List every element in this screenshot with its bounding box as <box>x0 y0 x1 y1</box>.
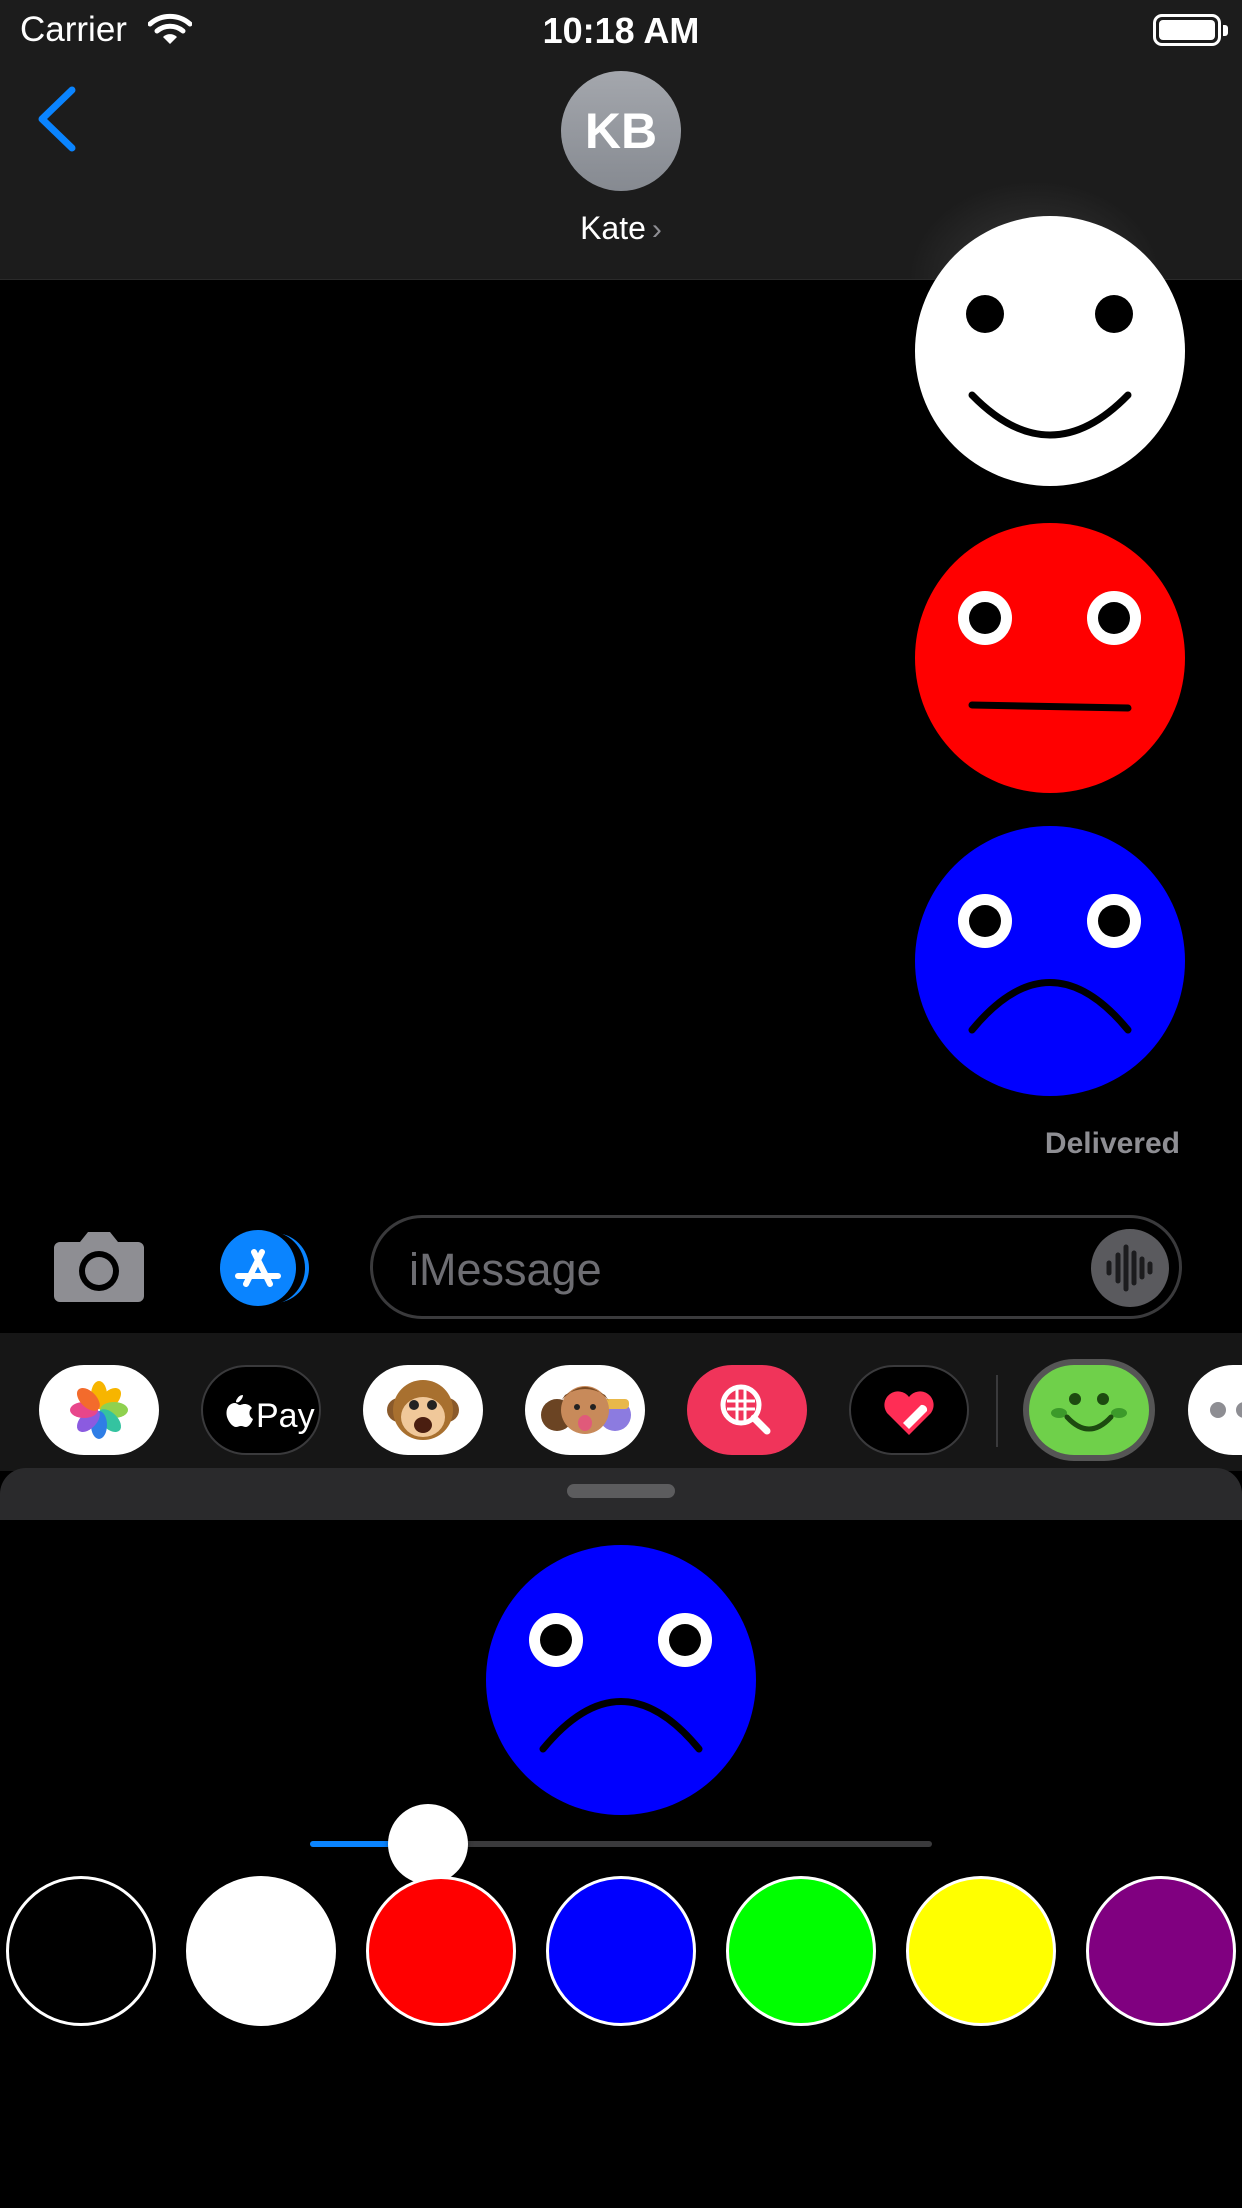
apple-pay-label: Pay <box>256 1397 315 1435</box>
photos-app-icon[interactable] <box>39 1365 159 1455</box>
status-bar: Carrier 10:18 AM <box>0 0 1242 60</box>
panel-grabber[interactable] <box>567 1484 675 1498</box>
color-swatch[interactable] <box>1086 1876 1236 2026</box>
more-apps-icon[interactable] <box>1188 1365 1242 1455</box>
apple-pay-app-icon[interactable]: Pay <box>201 1365 321 1455</box>
color-swatch[interactable] <box>6 1876 156 2026</box>
expression-slider[interactable] <box>310 1804 932 1884</box>
animoji-app-icon[interactable] <box>363 1365 483 1455</box>
contact-avatar[interactable]: KB <box>561 71 681 191</box>
camera-icon[interactable] <box>52 1228 146 1309</box>
color-swatch[interactable] <box>366 1876 516 2026</box>
contact-name: Kate <box>580 210 646 246</box>
neutral-face-sticker[interactable] <box>914 522 1186 794</box>
color-swatch[interactable] <box>546 1876 696 2026</box>
clock: 10:18 AM <box>542 10 700 51</box>
sad-face-sticker[interactable] <box>914 825 1186 1097</box>
waveform-icon[interactable] <box>1091 1229 1169 1307</box>
app-store-icon[interactable] <box>210 1228 318 1313</box>
back-chevron-icon[interactable] <box>34 86 78 157</box>
digital-touch-app-icon[interactable] <box>849 1365 969 1455</box>
image-search-app-icon[interactable] <box>687 1365 807 1455</box>
color-swatch[interactable] <box>726 1876 876 2026</box>
sticker-preview[interactable] <box>485 1544 757 1816</box>
chevron-right-icon: › <box>651 213 662 246</box>
battery-icon <box>1153 14 1228 46</box>
delivered-status: Delivered <box>1044 1127 1180 1160</box>
messages-app: Carrier 10:18 AM KB Kate › Delivered iMe… <box>0 0 1242 2208</box>
slider-thumb[interactable] <box>388 1804 469 1884</box>
message-input-placeholder: iMessage <box>409 1244 602 1295</box>
smiley-sticker-app-icon[interactable] <box>1023 1359 1155 1461</box>
app-drawer-divider <box>996 1375 998 1447</box>
app-drawer: Pay <box>0 1333 1242 1471</box>
memoji-app-icon[interactable] <box>525 1365 645 1455</box>
happy-face-sticker[interactable] <box>914 213 1186 490</box>
color-swatch[interactable] <box>186 1876 336 2026</box>
panel-grabber-area[interactable] <box>0 1468 1242 1520</box>
color-swatch[interactable] <box>906 1876 1056 2026</box>
message-input[interactable]: iMessage <box>370 1215 1182 1319</box>
